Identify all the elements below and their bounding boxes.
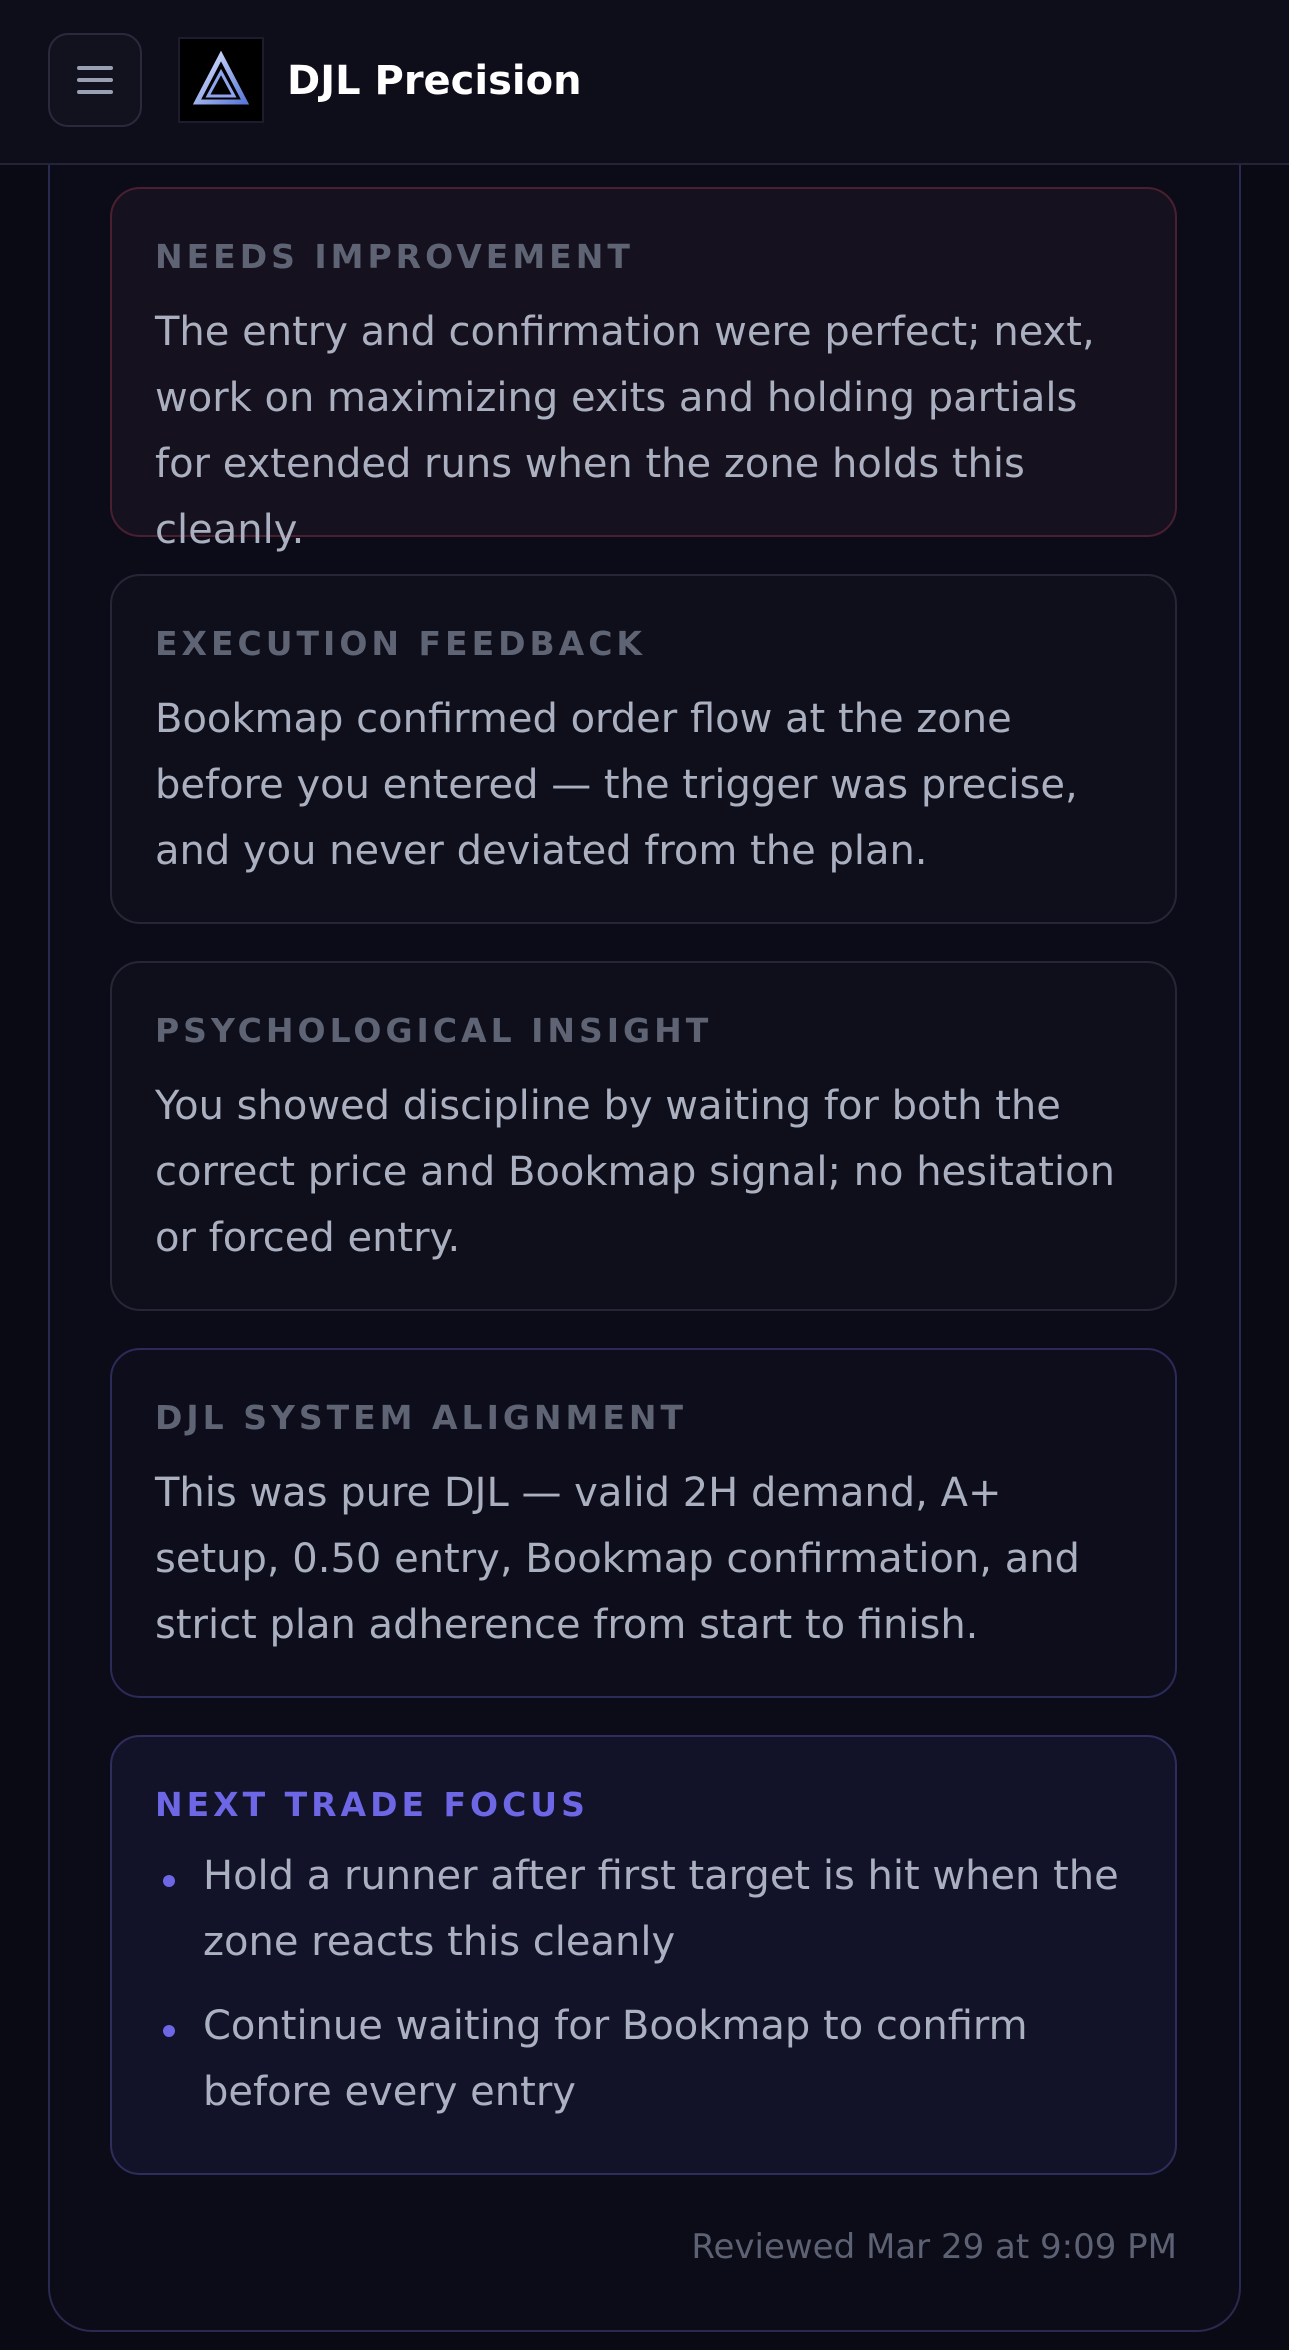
bullet-dot-icon [163, 2025, 175, 2037]
system-alignment-text: This was pure DJL — valid 2H demand, A+ … [155, 1470, 1080, 1648]
app-header: DJL Precision [0, 0, 1289, 165]
next-trade-focus-title: NEXT TRADE FOCUS [155, 1785, 589, 1824]
needs-improvement-text: The entry and confirmation were perfect;… [155, 309, 1095, 553]
execution-feedback-title: EXECUTION FEEDBACK [155, 624, 646, 663]
focus-item-text: Hold a runner after first target is hit … [203, 1853, 1119, 1965]
triangle-logo-icon[interactable] [178, 37, 264, 123]
focus-list: Hold a runner after first target is hit … [155, 1843, 1132, 2125]
execution-feedback-text: Bookmap confirmed order flow at the zone… [155, 696, 1078, 874]
focus-item-text: Continue waiting for Bookmap to confirm … [203, 2003, 1028, 2115]
execution-feedback-card: EXECUTION FEEDBACK Bookmap confirmed ord… [110, 574, 1177, 924]
reviewed-timestamp: Reviewed Mar 29 at 9:09 PM [691, 2227, 1177, 2267]
psychological-insight-text: You showed discipline by waiting for bot… [155, 1083, 1115, 1261]
focus-list-item: Continue waiting for Bookmap to confirm … [155, 1993, 1132, 2125]
bullet-dot-icon [163, 1875, 175, 1887]
system-alignment-card: DJL SYSTEM ALIGNMENT This was pure DJL —… [110, 1348, 1177, 1698]
focus-list-item: Hold a runner after first target is hit … [155, 1843, 1132, 1975]
system-alignment-title: DJL SYSTEM ALIGNMENT [155, 1398, 688, 1437]
psychological-insight-title: PSYCHOLOGICAL INSIGHT [155, 1011, 713, 1050]
next-trade-focus-card: NEXT TRADE FOCUS Hold a runner after fir… [110, 1735, 1177, 2175]
hamburger-menu-icon[interactable] [48, 33, 142, 127]
needs-improvement-card: NEEDS IMPROVEMENT The entry and confirma… [110, 187, 1177, 553]
psychological-insight-card: PSYCHOLOGICAL INSIGHT You showed discipl… [110, 961, 1177, 1311]
brand-title: DJL Precision [287, 58, 582, 104]
needs-improvement-title: NEEDS IMPROVEMENT [155, 237, 634, 276]
